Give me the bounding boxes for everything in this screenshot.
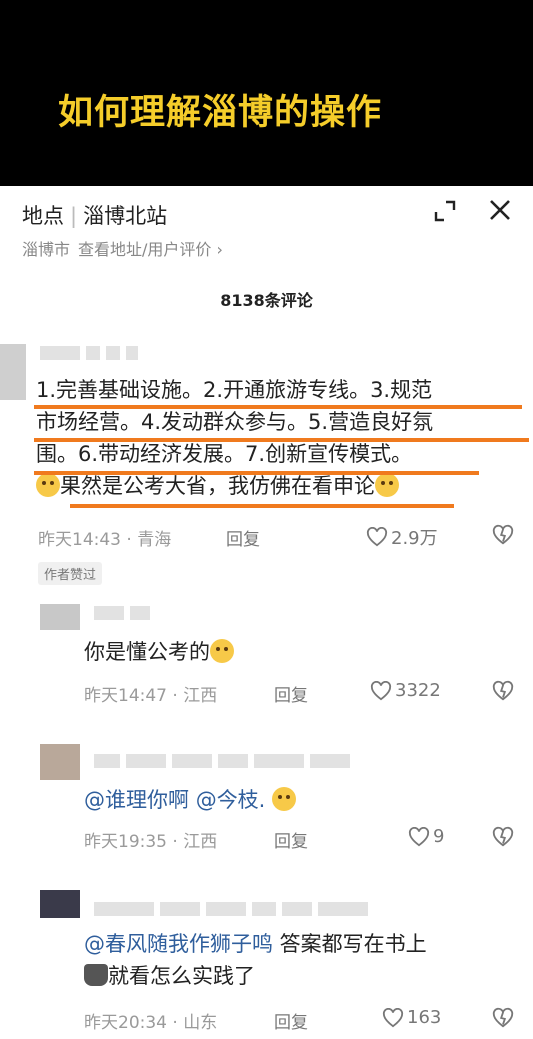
dislike-icon[interactable] [492,524,514,546]
comment-meta: 昨天20:34 · 山东 [84,1013,218,1033]
expand-icon[interactable] [432,198,458,224]
shy-emoji-icon [210,639,234,663]
heart-icon [366,527,388,547]
username-blurred[interactable] [94,606,156,620]
comment-line: 1.完善基础设施。2.开通旅游专线。3.规范 [36,378,433,402]
comment-meta: 昨天19:35 · 江西 [84,832,218,852]
like-button[interactable]: 3322 [370,680,441,701]
like-count: 3322 [395,680,441,701]
avatar[interactable] [40,744,80,780]
crying-emoji-icon [36,473,60,497]
mention-link[interactable]: @谁理你啊 [84,788,189,812]
highlight-underline [34,405,522,409]
highlight-underline [70,504,454,508]
view-address-link[interactable]: 查看地址/用户评价 › [78,240,223,259]
crying-emoji-icon [375,473,399,497]
comment-line: 围。6.带动经济发展。7.创新宣传模式。 [36,442,413,466]
comment-meta: 昨天14:43 · 青海 [38,530,172,550]
avatar[interactable] [40,604,80,630]
heart-icon [408,826,430,846]
comment-text: 你是懂公考的 [84,636,234,668]
username-blurred[interactable] [94,902,374,916]
username-blurred[interactable] [40,346,144,360]
mention-link[interactable]: @春风随我作狮子鸣 [84,932,273,956]
location-city: 淄博市 [22,240,71,259]
divider: | [70,204,78,228]
like-button[interactable]: 9 [408,826,444,847]
like-count: 163 [407,1007,442,1028]
reply-button[interactable]: 回复 [226,525,260,550]
location-header: 地点 | 淄博北站 [22,200,167,230]
comment-text: @春风随我作狮子鸣 答案都写在书上 就看怎么实践了 [84,932,427,988]
close-icon[interactable] [486,196,514,224]
comment-count: 8138条评论 [220,291,313,310]
location-subtitle: 淄博市 查看地址/用户评价 › [22,236,223,260]
top-banner: 如何理解淄博的操作 [0,0,533,186]
cat-emoji-icon [84,964,108,986]
avatar[interactable] [40,890,80,918]
comment-meta: 昨天14:47 · 江西 [84,686,218,706]
comment-text: @谁理你啊 @今枝. [84,784,297,816]
reply-button[interactable]: 回复 [274,1008,308,1033]
avatar[interactable] [0,344,26,400]
dislike-icon[interactable] [492,1007,514,1029]
reply-button[interactable]: 回复 [274,827,308,852]
dislike-icon[interactable] [492,680,514,702]
like-count: 9 [433,826,445,847]
laughing-emoji-icon [272,787,297,811]
highlight-underline [34,438,529,442]
reply-button[interactable]: 回复 [274,681,308,706]
location-name: 淄博北站 [83,204,168,228]
banner-title: 如何理解淄博的操作 [58,93,383,133]
heart-icon [370,680,392,700]
like-count: 2.9万 [391,528,438,549]
author-liked-badge: 作者赞过 [38,562,103,585]
username-blurred[interactable] [94,754,356,768]
comment-line: 市场经营。4.发动群众参与。5.营造良好氛 [36,410,434,434]
highlight-underline [34,471,479,475]
like-button[interactable]: 163 [382,1007,441,1028]
dislike-icon[interactable] [492,826,514,848]
location-label: 地点 [22,204,64,228]
heart-icon [382,1007,404,1027]
mention-link[interactable]: @今枝. [196,788,266,812]
like-button[interactable]: 2.9万 [366,524,438,550]
